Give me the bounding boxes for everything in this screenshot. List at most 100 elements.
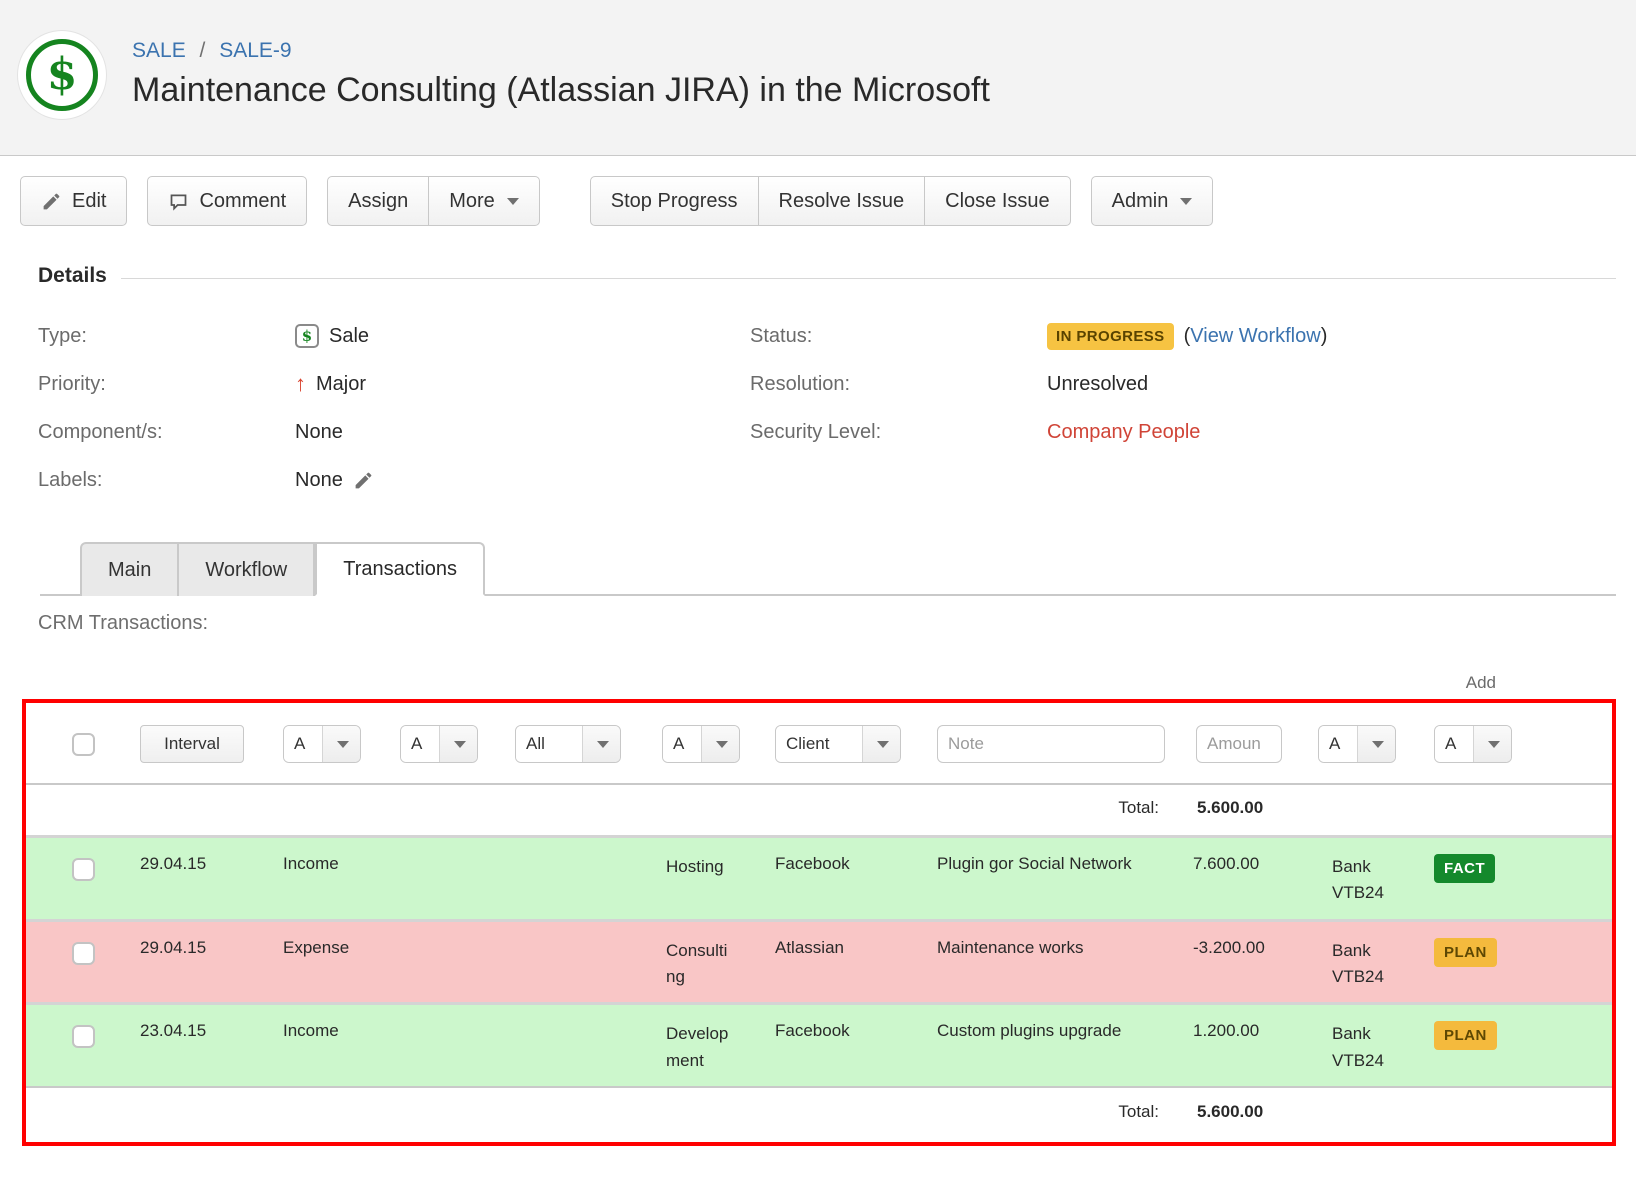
chevron-down-icon [582,726,620,762]
security-level-label: Security Level: [750,421,1047,444]
close-issue-button[interactable]: Close Issue [924,176,1071,226]
status-filter-dropdown[interactable]: A [1434,725,1512,763]
row-checkbox[interactable] [72,858,95,881]
transaction-amount: 1.200.00 [1185,1021,1310,1041]
transaction-note: Custom plugins upgrade [937,1021,1185,1041]
chevron-down-icon [701,726,739,762]
comment-bubble-icon [168,191,189,212]
amount-filter-input[interactable] [1196,725,1282,763]
breadcrumb-issue-link[interactable]: SALE-9 [219,39,291,62]
type-value: Sale [329,325,369,348]
transaction-type: Expense [283,938,400,958]
edit-button[interactable]: Edit [20,176,127,226]
transaction-client: Atlassian [775,938,937,958]
transaction-date: 23.04.15 [140,1021,283,1041]
total-value: 5.600.00 [1185,798,1310,818]
tabs: Main Workflow Transactions [40,542,1616,596]
tab-transactions[interactable]: Transactions [315,542,485,596]
transaction-date: 29.04.15 [140,854,283,874]
transaction-date: 29.04.15 [140,938,283,958]
security-level-value: Company People [1047,421,1200,444]
page-title: Maintenance Consulting (Atlassian JIRA) … [132,71,990,110]
edit-labels-pencil-icon[interactable] [353,470,374,491]
issue-type-avatar: $ [18,31,106,119]
total-row-bottom: Total: 5.600.00 [26,1086,1612,1142]
issue-header: $ SALE / SALE-9 Maintenance Consulting (… [0,0,1636,156]
transaction-account: Bank VTB24 [1332,938,1394,991]
transaction-row: 29.04.15 Income Hosting Facebook Plugin … [26,835,1612,919]
admin-button[interactable]: Admin [1091,176,1214,226]
status-badge-fact: FACT [1434,854,1495,883]
tab-main[interactable]: Main [80,542,179,596]
filter-dropdown-all[interactable]: All [515,725,621,763]
select-all-checkbox[interactable] [72,733,95,756]
detail-row-security: Security Level: Company People [750,408,1636,456]
assign-button[interactable]: Assign [327,176,429,226]
filter-dropdown-2[interactable]: A [400,725,478,763]
type-filter-dropdown[interactable]: A [283,725,361,763]
more-button[interactable]: More [428,176,540,226]
status-badge-plan: PLAN [1434,1021,1497,1050]
detail-row-status: Status: IN PROGRESS (View Workflow) [750,312,1636,360]
workflow-paren-close: ) [1321,325,1328,347]
tab-workflow[interactable]: Workflow [179,542,315,596]
transaction-amount: 7.600.00 [1185,854,1310,874]
transaction-account: Bank VTB24 [1332,1021,1394,1074]
chevron-down-icon [1473,726,1511,762]
edit-button-label: Edit [72,190,106,213]
transaction-category: Hosting [666,854,732,880]
breadcrumb-separator: / [200,39,206,62]
comment-button[interactable]: Comment [147,176,307,226]
close-issue-label: Close Issue [945,190,1050,213]
detail-row-components: Component/s: None [0,408,750,456]
row-checkbox[interactable] [72,1025,95,1048]
note-filter-input[interactable] [937,725,1165,763]
priority-value: Major [316,373,366,396]
transaction-note: Plugin gor Social Network [937,854,1185,874]
assign-button-label: Assign [348,190,408,213]
interval-filter-button[interactable]: Interval [140,725,244,763]
details-heading: Details [38,264,107,288]
stop-progress-label: Stop Progress [611,190,738,213]
status-badge-plan: PLAN [1434,938,1497,967]
transaction-client: Facebook [775,854,937,874]
total-row-top: Total: 5.600.00 [26,785,1612,835]
account-filter-dropdown[interactable]: A [1318,725,1396,763]
pencil-icon [41,191,62,212]
details-section: Details Type: $ Sale Priority: ↑ Major C… [0,264,1636,504]
detail-row-resolution: Resolution: Unresolved [750,360,1636,408]
priority-major-arrow-icon: ↑ [295,373,306,395]
chevron-down-icon [507,198,519,205]
transaction-category: Development [666,1021,732,1074]
chevron-down-icon [1357,726,1395,762]
transaction-note: Maintenance works [937,938,1185,958]
transaction-type: Income [283,854,400,874]
comment-button-label: Comment [199,190,286,213]
transaction-row: 29.04.15 Expense Consulting Atlassian Ma… [26,919,1612,1003]
transaction-type: Income [283,1021,400,1041]
stop-progress-button[interactable]: Stop Progress [590,176,759,226]
priority-label: Priority: [0,373,295,396]
details-heading-rule [121,278,1616,279]
toolbar: Edit Comment Assign More Stop Progress R… [20,176,1636,226]
add-transaction-link[interactable]: Add [1466,673,1496,692]
detail-row-priority: Priority: ↑ Major [0,360,750,408]
resolve-issue-button[interactable]: Resolve Issue [758,176,926,226]
transaction-category: Consulting [666,938,732,991]
row-checkbox[interactable] [72,942,95,965]
transaction-client: Facebook [775,1021,937,1041]
dollar-circle-icon: $ [26,39,98,111]
category-filter-dropdown[interactable]: A [662,725,740,763]
admin-button-label: Admin [1112,190,1169,213]
labels-label: Labels: [0,469,295,492]
crm-transactions-label: CRM Transactions: [38,612,1636,635]
chevron-down-icon [862,726,900,762]
status-badge: IN PROGRESS [1047,323,1174,350]
detail-row-type: Type: $ Sale [0,312,750,360]
breadcrumb-project-link[interactable]: SALE [132,39,186,62]
labels-value: None [295,469,343,492]
resolution-value: Unresolved [1047,373,1148,396]
resolution-label: Resolution: [750,373,1047,396]
client-filter-dropdown[interactable]: Client [775,725,901,763]
view-workflow-link[interactable]: View Workflow [1190,325,1320,347]
